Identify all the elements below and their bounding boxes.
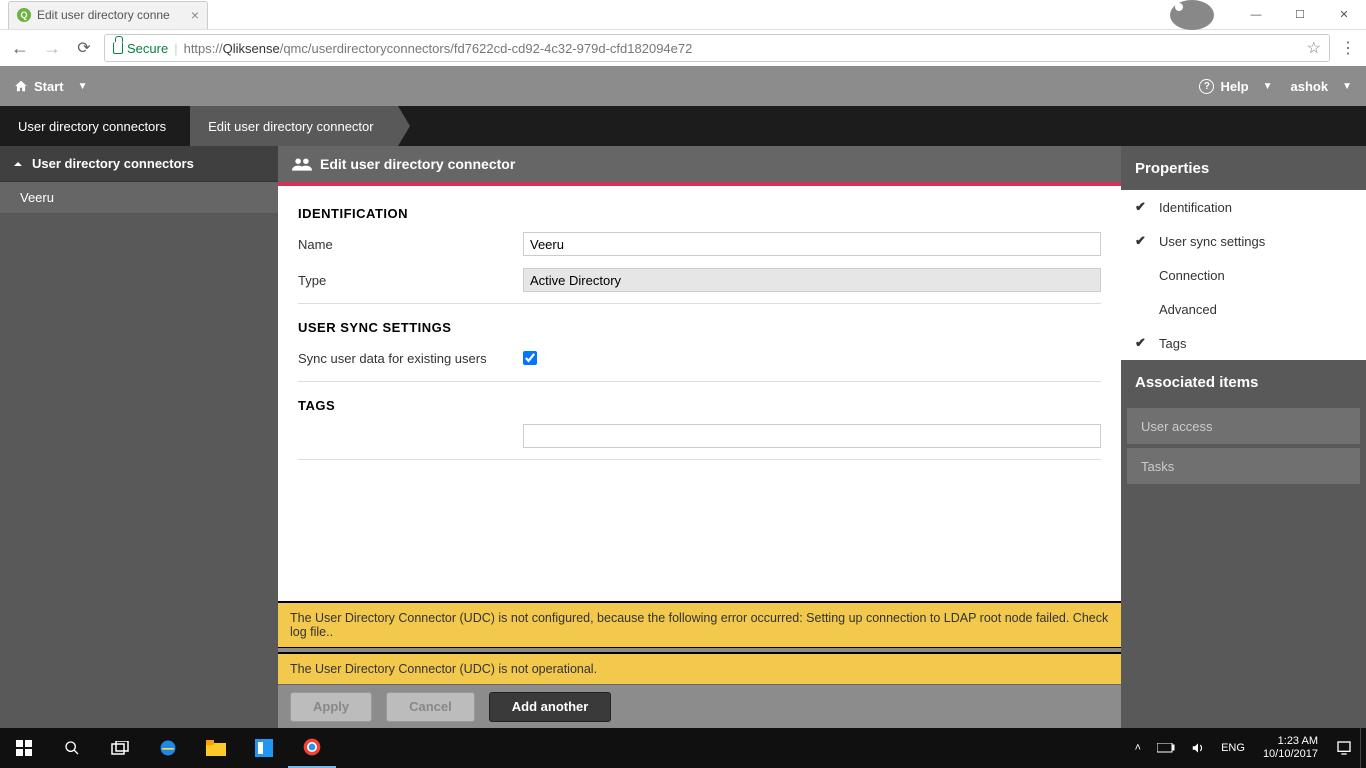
breadcrumb-level-2: Edit user directory connector: [190, 106, 397, 146]
user-label: ashok: [1291, 79, 1329, 94]
alert-message: The User Directory Connector (UDC) is no…: [278, 603, 1121, 647]
check-icon: ✔: [1135, 199, 1149, 215]
associated-item-tasks[interactable]: Tasks: [1127, 448, 1360, 484]
center-panel: Edit user directory connector IDENTIFICA…: [278, 146, 1121, 728]
property-label: User sync settings: [1159, 234, 1265, 249]
explorer-icon[interactable]: [192, 728, 240, 768]
start-menu-button[interactable]: Start ▼: [14, 79, 88, 94]
property-item-identification[interactable]: ✔ Identification: [1121, 190, 1366, 224]
left-panel: User directory connectors Veeru: [0, 146, 278, 728]
right-panel: Properties ✔ Identification ✔ User sync se…: [1121, 146, 1366, 728]
property-label: Tags: [1159, 336, 1186, 351]
start-button[interactable]: [0, 728, 48, 768]
center-panel-header: Edit user directory connector: [278, 146, 1121, 182]
browser-tab[interactable]: Q Edit user directory conne ×: [8, 1, 208, 29]
chrome-account-icon[interactable]: [1170, 0, 1214, 30]
secure-indicator: Secure: [113, 41, 168, 56]
name-label: Name: [298, 237, 523, 252]
clock-time: 1:23 AM: [1263, 735, 1318, 748]
help-label: Help: [1220, 79, 1248, 94]
clock[interactable]: 1:23 AM 10/10/2017: [1253, 735, 1328, 761]
qlik-favicon: Q: [17, 8, 31, 22]
type-input: [523, 268, 1101, 292]
property-item-advanced[interactable]: ✔Advanced: [1121, 292, 1366, 326]
property-label: Advanced: [1159, 302, 1217, 317]
help-button[interactable]: ? Help ▼: [1199, 79, 1272, 94]
chrome-menu-icon[interactable]: ⋮: [1338, 38, 1358, 58]
url-text: https://Qliksense/qmc/userdirectoryconne…: [184, 41, 693, 56]
tab-close-icon[interactable]: ×: [191, 7, 199, 23]
users-icon: [292, 157, 312, 171]
forward-button: →: [40, 36, 64, 60]
show-desktop-button[interactable]: [1360, 728, 1366, 768]
bookmark-star-icon[interactable]: ☆: [1307, 38, 1321, 58]
type-label: Type: [298, 273, 523, 288]
help-icon: ?: [1199, 79, 1214, 94]
chevron-up-icon: [12, 158, 24, 170]
name-input[interactable]: [523, 232, 1101, 256]
form-area: IDENTIFICATION Name Type USER SYNC SETTI…: [278, 186, 1121, 601]
battery-icon[interactable]: [1149, 728, 1183, 768]
properties-heading: Properties: [1121, 146, 1366, 190]
app-top-bar: Start ▼ ? Help ▼ ashok ▼: [0, 66, 1366, 106]
chrome-icon[interactable]: [288, 728, 336, 768]
browser-tab-strip: Q Edit user directory conne × ― ☐ ✕: [0, 0, 1366, 30]
connector-list-item[interactable]: Veeru: [0, 182, 278, 214]
property-label: Connection: [1159, 268, 1225, 283]
alerts: The User Directory Connector (UDC) is no…: [278, 601, 1121, 684]
sync-label: Sync user data for existing users: [298, 351, 523, 366]
start-label: Start: [34, 79, 64, 94]
reload-button[interactable]: ⟳: [72, 36, 96, 60]
secure-label: Secure: [127, 41, 168, 56]
ie-icon[interactable]: [144, 728, 192, 768]
clock-date: 10/10/2017: [1263, 748, 1318, 761]
address-bar[interactable]: Secure | https://Qliksense/qmc/userdirec…: [104, 34, 1330, 62]
property-item-connection[interactable]: ✔Connection: [1121, 258, 1366, 292]
chevron-down-icon: ▼: [1342, 81, 1352, 92]
windows-taskbar: ˄ ENG 1:23 AM 10/10/2017: [0, 728, 1366, 768]
lock-icon: [113, 42, 123, 54]
sync-checkbox[interactable]: [523, 351, 537, 365]
center-title: Edit user directory connector: [320, 156, 515, 172]
button-row: Apply Cancel Add another: [278, 684, 1121, 728]
search-icon[interactable]: [48, 728, 96, 768]
chevron-down-icon: ▼: [78, 81, 88, 92]
property-item-tags[interactable]: ✔ Tags: [1121, 326, 1366, 360]
breadcrumb: User directory connectors Edit user dire…: [0, 106, 1366, 146]
home-icon: [14, 79, 28, 93]
add-another-button[interactable]: Add another: [489, 692, 612, 722]
window-close-button[interactable]: ✕: [1322, 0, 1366, 30]
browser-toolbar: ← → ⟳ Secure | https://Qliksense/qmc/use…: [0, 30, 1366, 66]
language-indicator[interactable]: ENG: [1213, 728, 1253, 768]
check-icon: ✔: [1135, 335, 1149, 351]
associated-heading: Associated items: [1121, 360, 1366, 404]
back-button[interactable]: ←: [8, 36, 32, 60]
volume-icon[interactable]: [1183, 728, 1213, 768]
user-menu-button[interactable]: ashok ▼: [1291, 79, 1352, 94]
left-panel-header[interactable]: User directory connectors: [0, 146, 278, 182]
window-maximize-button[interactable]: ☐: [1278, 0, 1322, 30]
property-label: Identification: [1159, 200, 1232, 215]
property-item-user-sync[interactable]: ✔ User sync settings: [1121, 224, 1366, 258]
app-icon[interactable]: [240, 728, 288, 768]
window-minimize-button[interactable]: ―: [1234, 0, 1278, 30]
alert-message: The User Directory Connector (UDC) is no…: [278, 653, 1121, 684]
tray-up-icon[interactable]: ˄: [1127, 728, 1149, 768]
associated-item-user-access[interactable]: User access: [1127, 408, 1360, 444]
check-icon: ✔: [1135, 233, 1149, 249]
section-identification: IDENTIFICATION: [298, 206, 1101, 221]
section-tags: TAGS: [298, 398, 1101, 413]
chevron-down-icon: ▼: [1263, 81, 1273, 92]
task-view-icon[interactable]: [96, 728, 144, 768]
breadcrumb-level-1[interactable]: User directory connectors: [0, 106, 190, 146]
tab-title: Edit user directory conne: [37, 8, 170, 22]
notifications-icon[interactable]: [1328, 728, 1360, 768]
left-panel-title: User directory connectors: [32, 156, 194, 171]
section-sync: USER SYNC SETTINGS: [298, 320, 1101, 335]
apply-button: Apply: [290, 692, 372, 722]
properties-list: ✔Identification ✔User sync settings ✔Con…: [1121, 190, 1366, 360]
tags-input[interactable]: [523, 424, 1101, 448]
cancel-button: Cancel: [386, 692, 475, 722]
